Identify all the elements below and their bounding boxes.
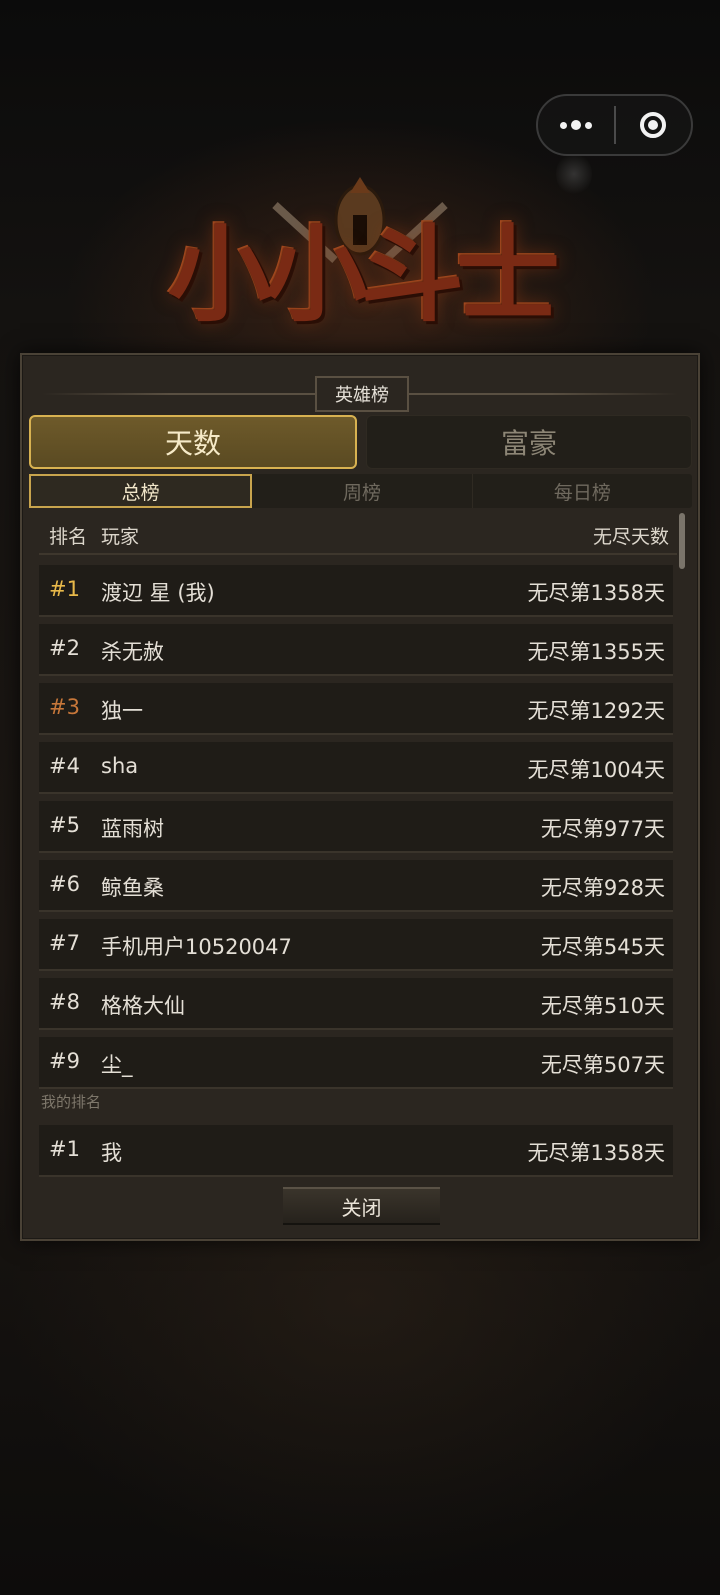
row-rank: #2: [49, 636, 80, 660]
row-player: 我: [101, 1141, 122, 1165]
header-rank: 排名: [49, 526, 88, 548]
tab-days[interactable]: 天数: [29, 415, 357, 469]
row-score: 无尽第507天: [540, 1053, 665, 1077]
table-row[interactable]: #1 渡辺 星 (我) 无尽第1358天: [39, 565, 673, 617]
my-rank-label: 我的排名: [41, 1093, 102, 1111]
row-player: 独一: [101, 699, 143, 723]
row-player: 手机用户10520047: [101, 935, 292, 959]
row-rank: #4: [49, 754, 80, 778]
row-rank: #7: [49, 931, 80, 955]
row-score: 无尽第545天: [540, 935, 665, 959]
list-header: 排名 玩家 无尽天数: [39, 515, 677, 555]
row-rank: #6: [49, 872, 80, 896]
logo-text: 小小斗士: [167, 213, 560, 336]
table-row[interactable]: #6 鲸鱼桑 无尽第928天: [39, 860, 673, 912]
table-row[interactable]: #3 独一 无尽第1292天: [39, 683, 673, 735]
row-score: 无尽第510天: [540, 994, 665, 1018]
row-score: 无尽第928天: [540, 876, 665, 900]
target-circle-icon: [640, 112, 667, 138]
close-button[interactable]: 关闭: [283, 1187, 440, 1225]
row-score: 无尽第1004天: [527, 758, 665, 782]
table-row[interactable]: #7 手机用户10520047 无尽第545天: [39, 919, 673, 971]
row-player: 渡辺 星 (我): [101, 581, 215, 605]
row-player: 鲸鱼桑: [101, 876, 164, 900]
my-rank-row[interactable]: #1 我 无尽第1358天: [39, 1125, 673, 1177]
row-rank: #8: [49, 990, 80, 1014]
tab-daily[interactable]: 每日榜: [473, 474, 692, 508]
table-row[interactable]: #5 蓝雨树 无尽第977天: [39, 801, 673, 853]
game-logo: 小小斗士: [160, 175, 560, 355]
table-row[interactable]: #8 格格大仙 无尽第510天: [39, 978, 673, 1030]
scrollbar[interactable]: [679, 513, 685, 569]
more-button[interactable]: [538, 96, 614, 154]
row-score: 无尽第1358天: [527, 581, 665, 605]
moon-decoration: [556, 152, 592, 196]
row-rank: #3: [49, 695, 80, 719]
row-rank: #9: [49, 1049, 80, 1073]
row-score: 无尽第1358天: [527, 1141, 665, 1165]
row-player: 杀无赦: [101, 640, 164, 664]
row-score: 无尽第977天: [540, 817, 665, 841]
row-rank: #5: [49, 813, 80, 837]
header-score: 无尽天数: [592, 526, 669, 548]
sub-tab-bar: 总榜 周榜 每日榜: [29, 474, 692, 508]
tab-overall[interactable]: 总榜: [29, 474, 253, 508]
mini-program-capsule: [536, 94, 693, 156]
row-rank: #1: [49, 577, 80, 601]
table-row[interactable]: #2 杀无赦 无尽第1355天: [39, 624, 673, 676]
row-player: 尘_: [101, 1053, 133, 1077]
panel-title: 英雄榜: [315, 376, 409, 412]
leaderboard-panel: 英雄榜 天数 富豪 总榜 周榜 每日榜 排名 玩家 无尽天数 #1 渡辺 星 (…: [20, 353, 700, 1241]
tab-weekly[interactable]: 周榜: [252, 474, 473, 508]
table-row[interactable]: #4 sha 无尽第1004天: [39, 742, 673, 794]
header-player: 玩家: [101, 526, 140, 548]
exit-button[interactable]: [616, 96, 692, 154]
row-score: 无尽第1292天: [527, 699, 665, 723]
row-player: 格格大仙: [101, 994, 185, 1018]
table-row[interactable]: #9 尘_ 无尽第507天: [39, 1037, 673, 1089]
row-player: 蓝雨树: [101, 817, 164, 841]
row-player: sha: [101, 754, 139, 778]
row-rank: #1: [49, 1137, 80, 1161]
ellipsis-icon: [559, 120, 592, 130]
row-score: 无尽第1355天: [527, 640, 665, 664]
tab-wealth[interactable]: 富豪: [366, 415, 692, 469]
